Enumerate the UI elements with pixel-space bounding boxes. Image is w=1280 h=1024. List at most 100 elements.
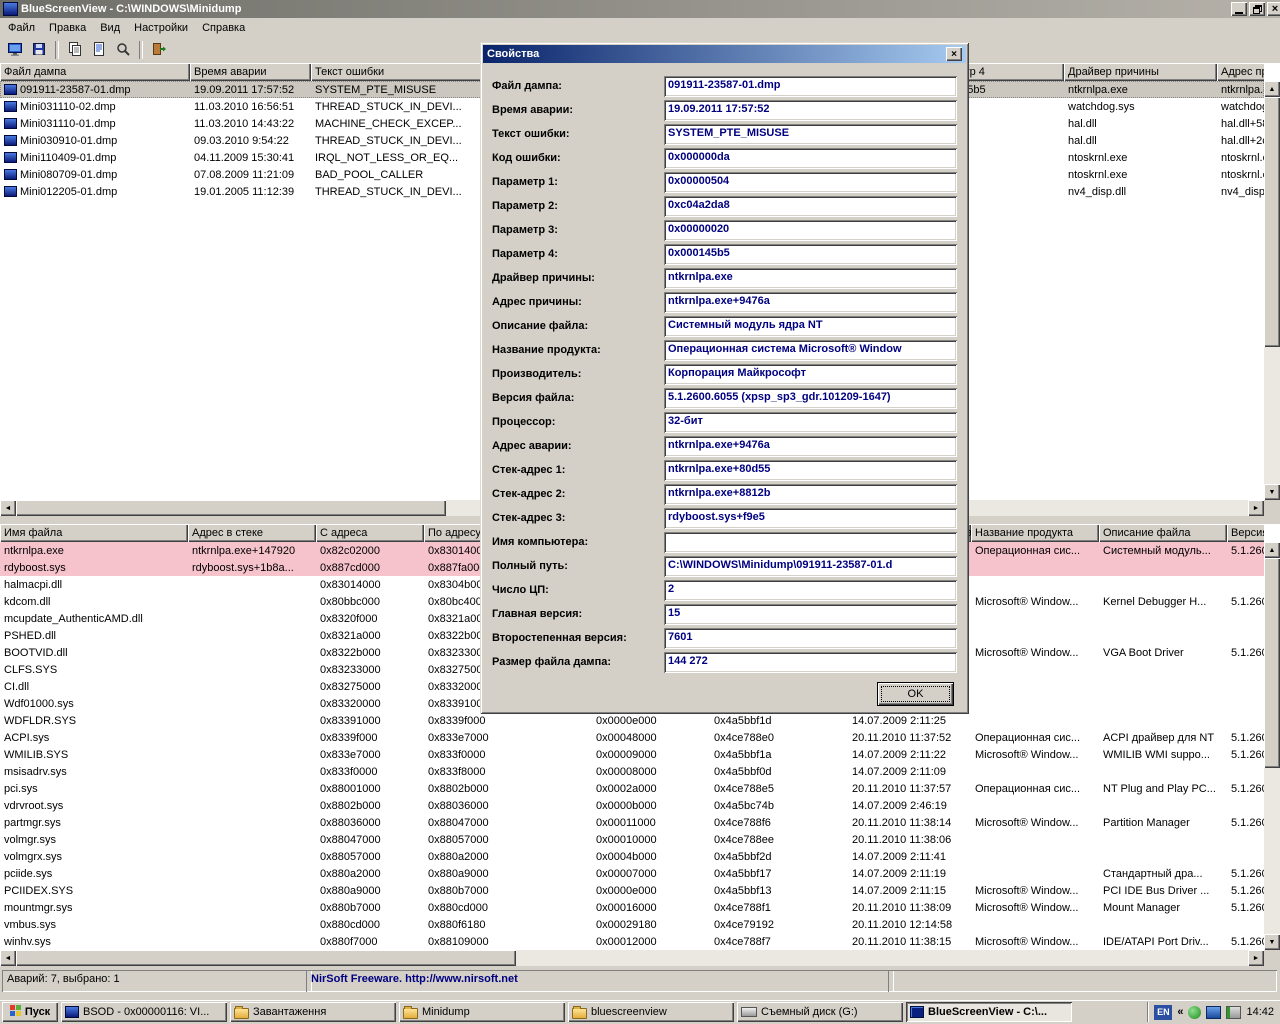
- table-row[interactable]: vdrvroot.sys0x8802b0000x880360000x0000b0…: [0, 797, 1264, 814]
- taskbar-task[interactable]: Завантаження: [230, 1002, 396, 1022]
- field-input[interactable]: ntkrnlpa.exe+9476a: [664, 292, 957, 313]
- table-row[interactable]: vmbus.sys0x880cd0000x880f61800x000291800…: [0, 916, 1264, 933]
- dialog-close-icon[interactable]: ×: [946, 47, 962, 61]
- scroll-right-icon[interactable]: ►: [1248, 950, 1264, 966]
- start-button[interactable]: Пуск: [2, 1002, 58, 1022]
- minimize-icon[interactable]: [1231, 2, 1247, 16]
- field-input[interactable]: ntkrnlpa.exe+8812b: [664, 484, 957, 505]
- table-row[interactable]: WMILIB.SYS0x833e70000x833f00000x00009000…: [0, 746, 1264, 763]
- field-input[interactable]: SYSTEM_PTE_MISUSE: [664, 124, 957, 145]
- scroll-up-icon[interactable]: ▲: [1264, 542, 1280, 558]
- column-header[interactable]: Время аварии: [190, 63, 311, 81]
- column-header[interactable]: Версия файла: [1227, 524, 1264, 542]
- field-input[interactable]: Корпорация Майкрософт: [664, 364, 957, 385]
- column-header[interactable]: Файл дампа: [0, 63, 190, 81]
- cell-name: vdrvroot.sys: [0, 797, 188, 814]
- field-input[interactable]: C:\WINDOWS\Minidump\091911-23587-01.d: [664, 556, 957, 577]
- scroll-up-icon[interactable]: ▲: [1264, 81, 1280, 97]
- column-header[interactable]: Драйвер причины: [1064, 63, 1217, 81]
- field-input[interactable]: 15: [664, 604, 957, 625]
- field-input[interactable]: 0x00000020: [664, 220, 957, 241]
- column-header[interactable]: Название продукта: [971, 524, 1099, 542]
- scroll-left-icon[interactable]: ◄: [0, 500, 16, 516]
- table-row[interactable]: volmgrx.sys0x880570000x880a20000x0004b00…: [0, 848, 1264, 865]
- column-header[interactable]: Текст ошибки: [311, 63, 484, 81]
- table-row[interactable]: msisadrv.sys0x833f00000x833f80000x000080…: [0, 763, 1264, 780]
- field-input[interactable]: rdyboost.sys+f9e5: [664, 508, 957, 529]
- field-input[interactable]: 5.1.2600.6055 (xpsp_sp3_gdr.101209-1647): [664, 388, 957, 409]
- field-input[interactable]: Операционная система Microsoft® Window: [664, 340, 957, 361]
- toolbar-button[interactable]: [63, 39, 87, 61]
- taskbar-task[interactable]: Minidump: [399, 1002, 565, 1022]
- menu-item[interactable]: Правка: [42, 20, 93, 36]
- column-header[interactable]: Имя файла: [0, 524, 188, 542]
- menu-item[interactable]: Файл: [1, 20, 42, 36]
- table-row[interactable]: pciide.sys0x880a20000x880a90000x00007000…: [0, 865, 1264, 882]
- cell-size: 0x00010000: [592, 831, 710, 848]
- scroll-down-icon[interactable]: ▼: [1264, 484, 1280, 500]
- restore-icon[interactable]: [1249, 2, 1265, 16]
- taskbar-task[interactable]: BlueScreenView - C:\...: [906, 1002, 1072, 1022]
- field-input[interactable]: 0xc04a2da8: [664, 196, 957, 217]
- lower-vertical-scrollbar[interactable]: ▲ ▼: [1264, 542, 1280, 950]
- column-header[interactable]: Адрес в стеке: [188, 524, 316, 542]
- status-nirsoft-link[interactable]: NirSoft Freeware. http://www.nirsoft.net: [306, 970, 894, 992]
- column-header[interactable]: Описание файла: [1099, 524, 1227, 542]
- field-input[interactable]: Системный модуль ядра NT: [664, 316, 957, 337]
- table-row[interactable]: ACPI.sys0x8339f0000x833e70000x000480000x…: [0, 729, 1264, 746]
- upper-vertical-scrollbar[interactable]: ▲ ▼: [1264, 81, 1280, 500]
- table-row[interactable]: winhv.sys0x880f70000x881090000x000120000…: [0, 933, 1264, 950]
- toolbar-button[interactable]: [87, 39, 111, 61]
- table-row[interactable]: PCIIDEX.SYS0x880a90000x880b70000x0000e00…: [0, 882, 1264, 899]
- scroll-left-icon[interactable]: ◄: [0, 950, 16, 966]
- field-input[interactable]: 7601: [664, 628, 957, 649]
- dump-file-icon: [4, 84, 17, 95]
- column-header[interactable]: С адреса: [316, 524, 424, 542]
- toolbar-button[interactable]: [147, 39, 171, 61]
- field-input[interactable]: ntkrnlpa.exe: [664, 268, 957, 289]
- table-row[interactable]: WDFLDR.SYS0x833910000x8339f0000x0000e000…: [0, 712, 1264, 729]
- cell-from: 0x88001000: [316, 780, 424, 797]
- column-header[interactable]: Адрес причины: [1217, 63, 1264, 81]
- scroll-down-icon[interactable]: ▼: [1264, 934, 1280, 950]
- field-input[interactable]: ntkrnlpa.exe+80d55: [664, 460, 957, 481]
- field-input[interactable]: ntkrnlpa.exe+9476a: [664, 436, 957, 457]
- field-input[interactable]: 091911-23587-01.dmp: [664, 76, 957, 97]
- scroll-thumb[interactable]: [1264, 558, 1280, 768]
- network-tray-icon[interactable]: [1206, 1006, 1221, 1019]
- field-input[interactable]: 0x000145b5: [664, 244, 957, 265]
- antivirus-tray-icon[interactable]: [1188, 1006, 1201, 1019]
- field-input[interactable]: 2: [664, 580, 957, 601]
- table-row[interactable]: mountmgr.sys0x880b70000x880cd0000x000160…: [0, 899, 1264, 916]
- field-input[interactable]: 0x00000504: [664, 172, 957, 193]
- table-row[interactable]: partmgr.sys0x880360000x880470000x0001100…: [0, 814, 1264, 831]
- scroll-thumb[interactable]: [16, 950, 516, 966]
- toolbar-button[interactable]: [27, 39, 51, 61]
- taskbar-task[interactable]: BSOD - 0x00000116: VI...: [61, 1002, 227, 1022]
- field-input[interactable]: 19.09.2011 17:57:52: [664, 100, 957, 121]
- language-indicator[interactable]: EN: [1154, 1005, 1172, 1020]
- safely-remove-tray-icon[interactable]: [1226, 1006, 1241, 1019]
- ok-button[interactable]: OK: [877, 682, 954, 706]
- cell-name: WDFLDR.SYS: [0, 712, 188, 729]
- tray-chevron-icon[interactable]: «: [1177, 1006, 1183, 1018]
- scroll-right-icon[interactable]: ►: [1248, 500, 1264, 516]
- field-input[interactable]: 0x000000da: [664, 148, 957, 169]
- toolbar-button[interactable]: [111, 39, 135, 61]
- table-row[interactable]: volmgr.sys0x880470000x880570000x00010000…: [0, 831, 1264, 848]
- scroll-thumb[interactable]: [1264, 97, 1280, 347]
- toolbar-button[interactable]: [3, 39, 27, 61]
- taskbar-task[interactable]: bluescreenview: [568, 1002, 734, 1022]
- scroll-thumb[interactable]: [16, 500, 446, 516]
- menu-item[interactable]: Вид: [93, 20, 127, 36]
- field-input[interactable]: [664, 532, 957, 553]
- field-input[interactable]: 32-бит: [664, 412, 957, 433]
- field-input[interactable]: 144 272: [664, 652, 957, 673]
- close-icon[interactable]: ×: [1267, 2, 1280, 16]
- menu-item[interactable]: Настройки: [127, 20, 195, 36]
- menu-item[interactable]: Справка: [195, 20, 252, 36]
- taskbar-task[interactable]: Съемный диск (G:): [737, 1002, 903, 1022]
- cell-version: 5.1.2600.5512 (xps...: [1227, 814, 1264, 831]
- table-row[interactable]: pci.sys0x880010000x8802b0000x0002a0000x4…: [0, 780, 1264, 797]
- lower-horizontal-scrollbar[interactable]: ◄ ►: [0, 950, 1264, 966]
